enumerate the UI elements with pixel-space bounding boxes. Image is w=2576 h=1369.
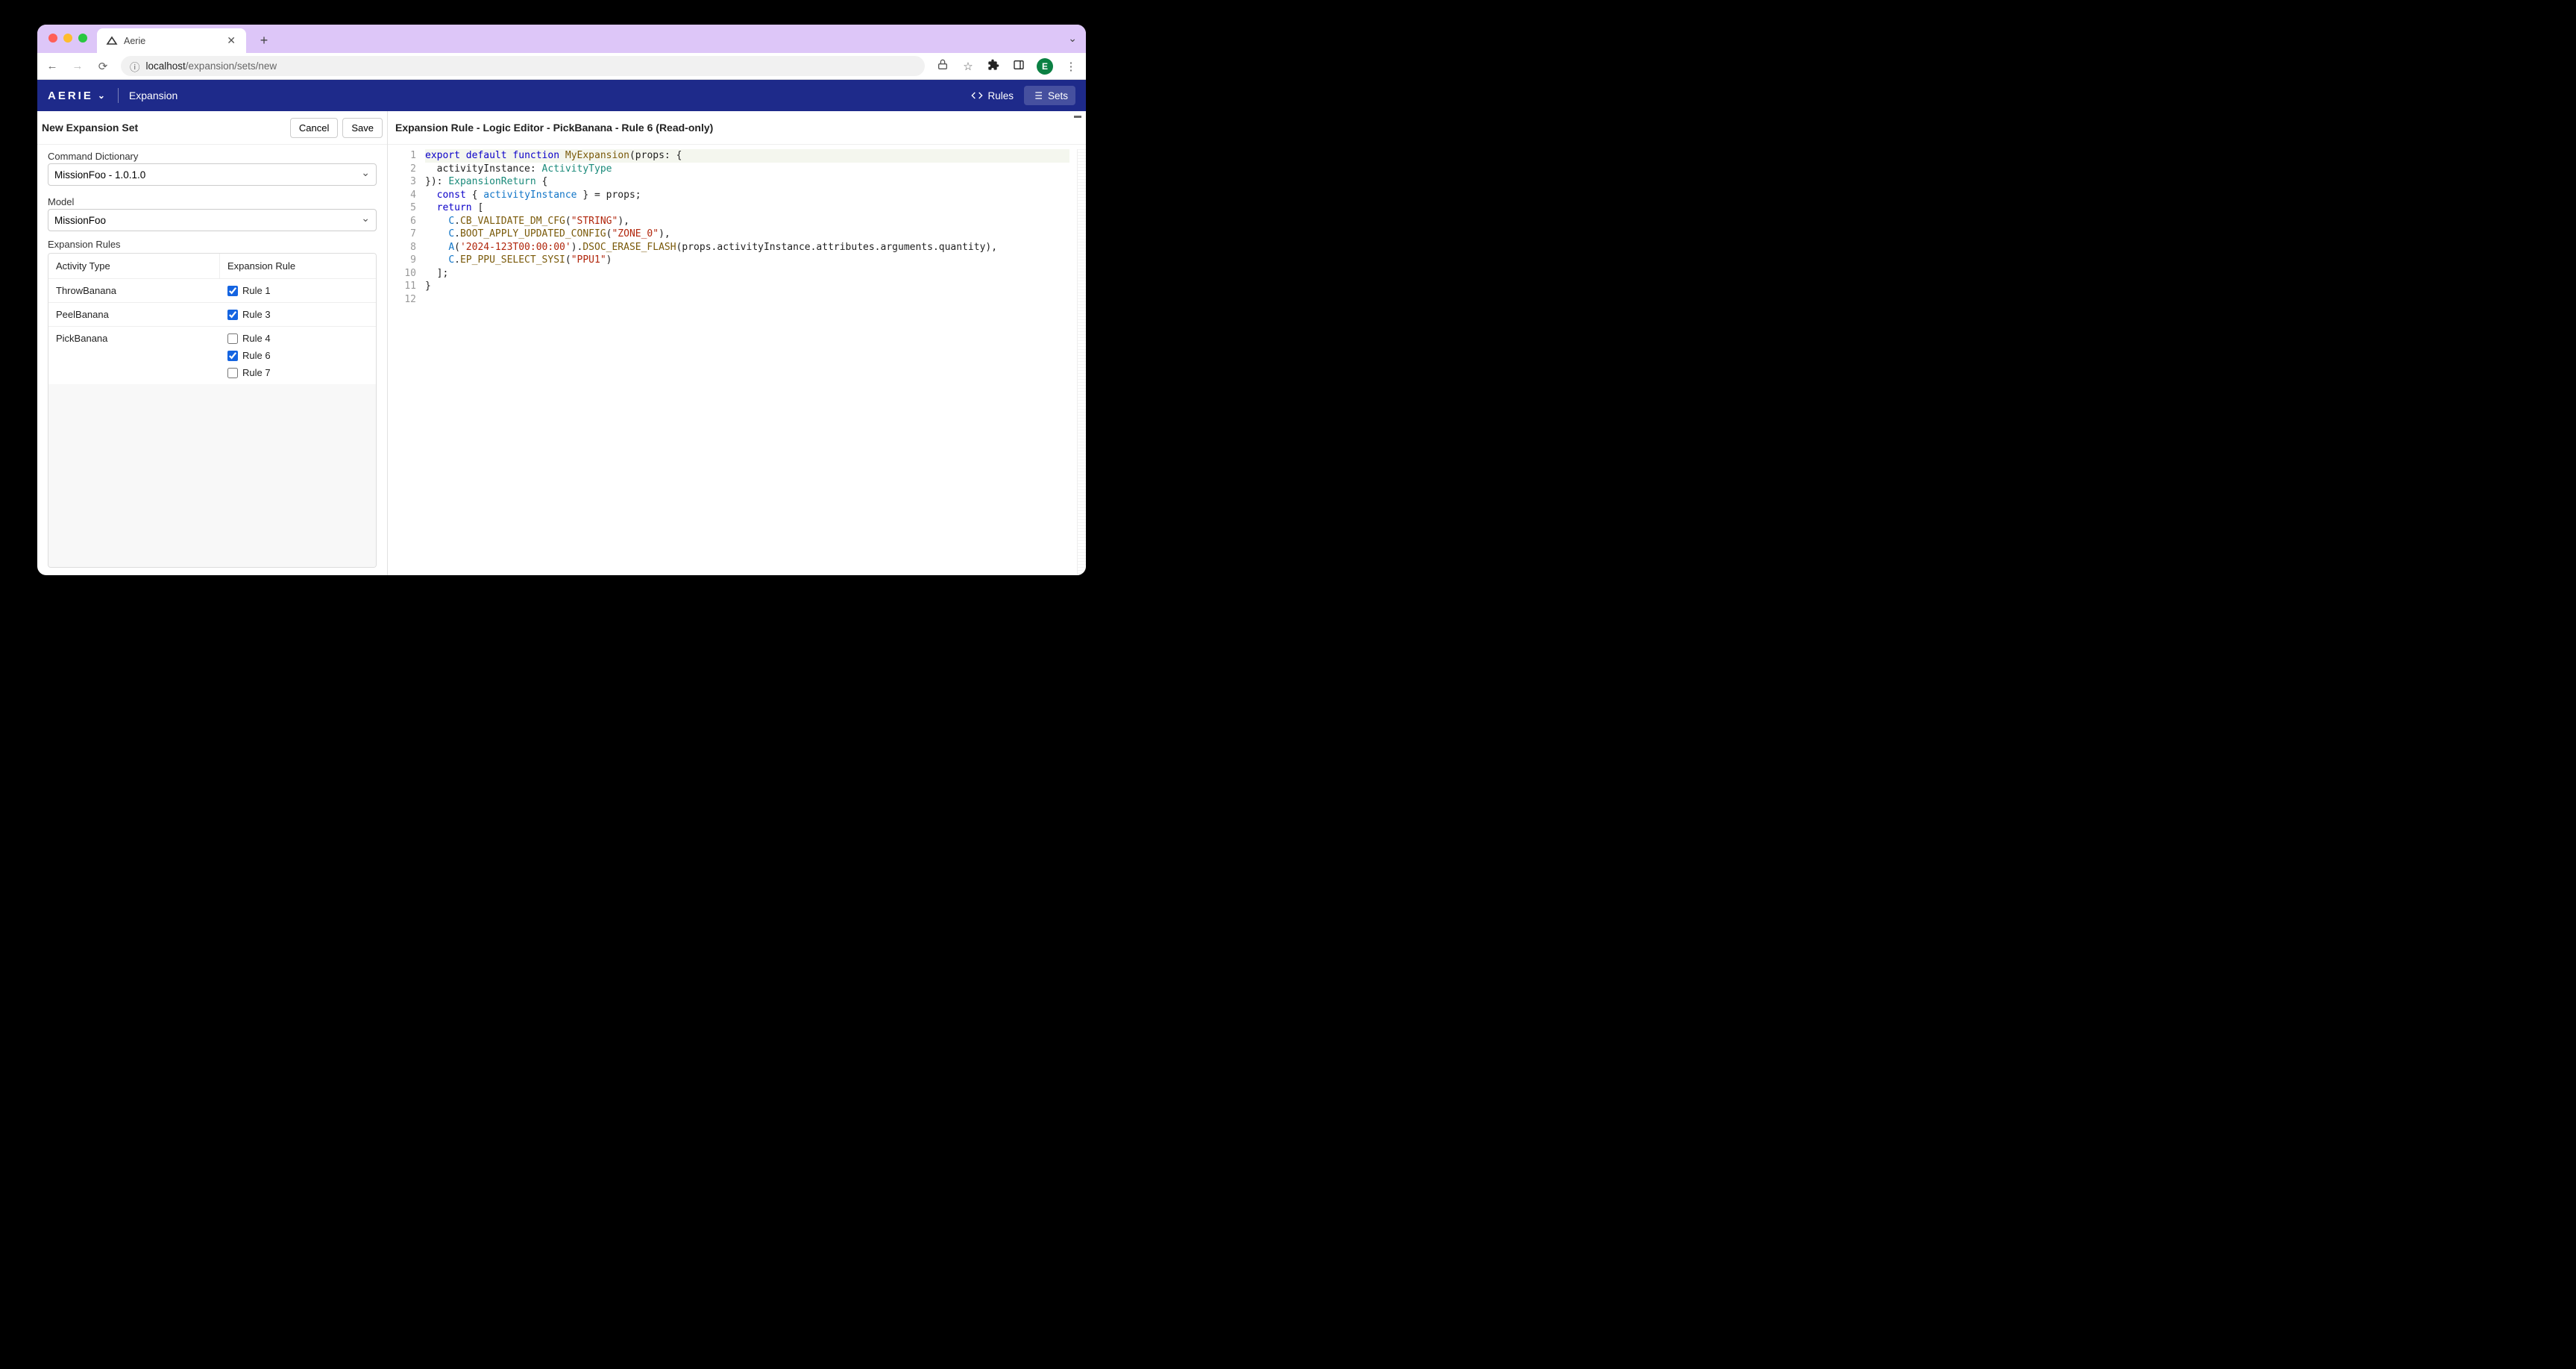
right-panel: Expansion Rule - Logic Editor - PickBana… [388, 111, 1086, 575]
tabs-overflow-icon[interactable]: ⌄ [1068, 32, 1077, 44]
rule-checkbox[interactable] [227, 368, 238, 378]
url-path: /expansion/sets/new [186, 60, 277, 72]
rule-checkbox[interactable] [227, 333, 238, 344]
tab-title: Aerie [124, 36, 219, 46]
editor-minimap[interactable] [1077, 149, 1086, 575]
divider [118, 88, 119, 103]
page-title: New Expansion Set [42, 122, 138, 134]
profile-avatar[interactable]: E [1037, 58, 1053, 75]
rule-checkbox[interactable] [227, 310, 238, 320]
nav-sets-button[interactable]: Sets [1024, 86, 1075, 105]
table-row: PickBanana Rule 4 Rule 6 Rule 7 [48, 327, 376, 384]
cancel-button[interactable]: Cancel [290, 118, 338, 138]
command-dict-label: Command Dictionary [48, 151, 377, 162]
browser-window: Aerie ✕ + ⌄ ← → ⟳ ⓘ localhost/expansion/… [37, 25, 1086, 575]
tab-favicon [106, 35, 118, 47]
window-zoom-icon[interactable] [78, 34, 87, 43]
rule-checkbox[interactable] [227, 351, 238, 361]
nav-forward-icon[interactable]: → [70, 60, 85, 72]
rule-option[interactable]: Rule 4 [227, 333, 368, 344]
window-minimize-icon[interactable] [63, 34, 72, 43]
rule-label: Rule 3 [242, 309, 271, 320]
rules-table-body: ThrowBanana Rule 1 PeelBanana Rule 3 PickBan… [48, 279, 376, 567]
url-host: localhost [146, 60, 186, 72]
rule-label: Rule 7 [242, 367, 271, 378]
rules-cell: Rule 1 [220, 279, 376, 302]
nav-back-icon[interactable]: ← [45, 60, 60, 72]
code-icon [971, 90, 983, 101]
browser-tab[interactable]: Aerie ✕ [97, 28, 246, 53]
share-icon[interactable] [935, 59, 950, 74]
app-header: AERIE ⌄ Expansion Rules Sets [37, 80, 1086, 111]
rule-option[interactable]: Rule 7 [227, 367, 368, 378]
table-row: PeelBanana Rule 3 [48, 303, 376, 327]
nav-sets-label: Sets [1048, 90, 1068, 101]
extensions-icon[interactable] [986, 59, 1001, 74]
brand-dropdown-icon[interactable]: ⌄ [98, 90, 107, 101]
left-form: Command Dictionary Model Expansion Rules… [37, 145, 387, 575]
new-tab-button[interactable]: + [254, 30, 274, 51]
rules-table: Activity Type Expansion Rule ThrowBanana… [48, 253, 377, 568]
editor-code: export default function MyExpansion(prop… [425, 149, 1077, 575]
nav-reload-icon[interactable]: ⟳ [95, 60, 110, 73]
rule-option[interactable]: Rule 6 [227, 350, 368, 361]
rule-label: Rule 1 [242, 285, 271, 296]
nav-rules-button[interactable]: Rules [964, 86, 1021, 105]
tab-close-icon[interactable]: ✕ [225, 34, 237, 47]
rule-label: Rule 4 [242, 333, 271, 344]
col-activity-type: Activity Type [48, 254, 220, 278]
code-editor[interactable]: 123456789101112 export default function … [388, 145, 1086, 575]
browser-tabstrip: Aerie ✕ + ⌄ [37, 25, 1086, 53]
model-label: Model [48, 196, 377, 207]
right-panel-header: Expansion Rule - Logic Editor - PickBana… [388, 111, 1086, 145]
rules-cell: Rule 3 [220, 303, 376, 326]
activity-cell: PickBanana [48, 327, 220, 384]
expansion-rules-label: Expansion Rules [48, 237, 377, 253]
rules-table-header: Activity Type Expansion Rule [48, 254, 376, 279]
col-expansion-rule: Expansion Rule [220, 254, 376, 278]
model-select[interactable] [48, 209, 377, 231]
editor-title: Expansion Rule - Logic Editor - PickBana… [395, 122, 713, 134]
table-row: ThrowBanana Rule 1 [48, 279, 376, 303]
browser-menu-icon[interactable]: ⋮ [1064, 60, 1078, 73]
window-close-icon[interactable] [48, 34, 57, 43]
save-button[interactable]: Save [342, 118, 383, 138]
app-brand[interactable]: AERIE ⌄ [48, 90, 107, 102]
nav-rules-label: Rules [987, 90, 1014, 101]
side-panel-icon[interactable] [1011, 59, 1026, 74]
bookmark-icon[interactable]: ☆ [961, 60, 976, 73]
rule-checkbox[interactable] [227, 286, 238, 296]
main-split: New Expansion Set Cancel Save Command Di… [37, 111, 1086, 575]
panel-collapse-icon[interactable] [1074, 116, 1081, 118]
rules-cell: Rule 4 Rule 6 Rule 7 [220, 327, 376, 384]
activity-cell: ThrowBanana [48, 279, 220, 302]
window-controls [48, 34, 87, 43]
editor-gutter: 123456789101112 [388, 149, 425, 575]
rule-option[interactable]: Rule 1 [227, 285, 368, 296]
address-bar[interactable]: ⓘ localhost/expansion/sets/new [121, 56, 925, 76]
left-panel-header: New Expansion Set Cancel Save [37, 111, 387, 145]
rule-option[interactable]: Rule 3 [227, 309, 368, 320]
brand-text: AERIE [48, 90, 93, 102]
activity-cell: PeelBanana [48, 303, 220, 326]
browser-toolbar: ← → ⟳ ⓘ localhost/expansion/sets/new ☆ E… [37, 53, 1086, 80]
command-dict-select[interactable] [48, 163, 377, 186]
breadcrumb: Expansion [129, 90, 178, 101]
list-icon [1031, 90, 1043, 101]
rule-label: Rule 6 [242, 350, 271, 361]
left-panel: New Expansion Set Cancel Save Command Di… [37, 111, 388, 575]
site-info-icon[interactable]: ⓘ [130, 59, 140, 74]
